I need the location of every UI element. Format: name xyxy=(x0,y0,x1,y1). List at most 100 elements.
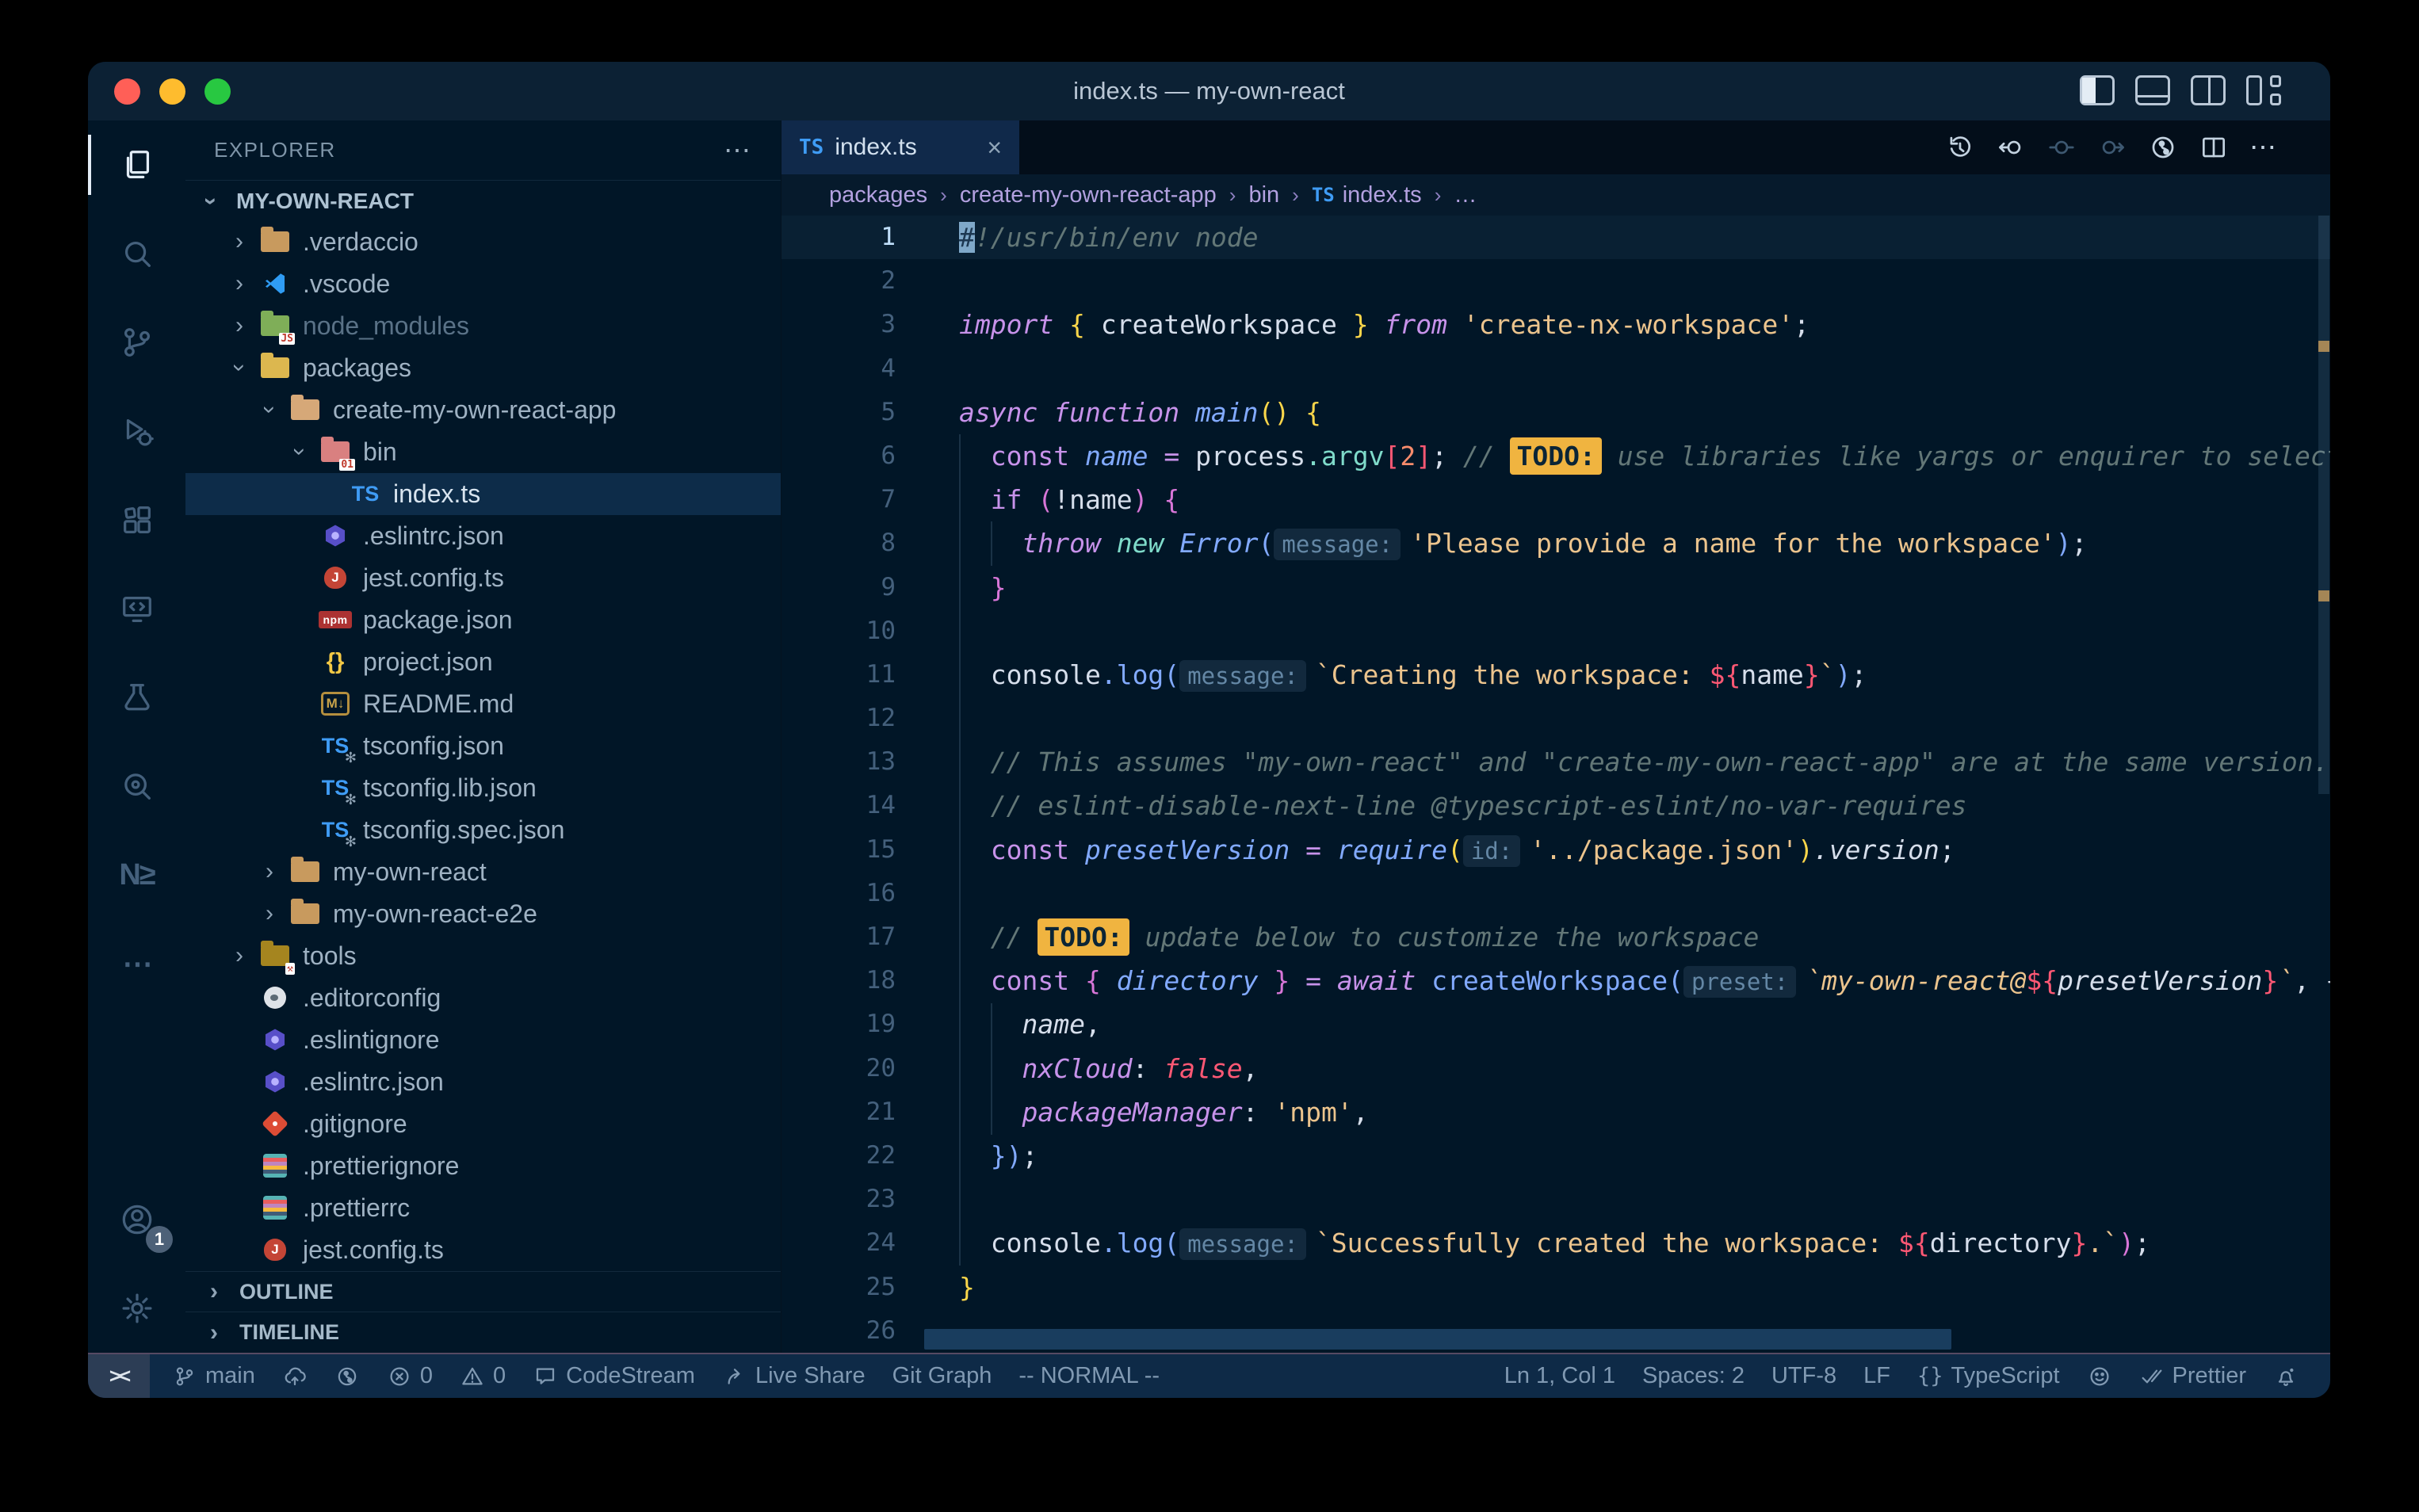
status-indentation[interactable]: Spaces: 2 xyxy=(1642,1363,1745,1389)
tree-folder-packages[interactable]: ›packages xyxy=(185,347,781,389)
tree-folder--vscode[interactable]: ›.vscode xyxy=(185,263,781,305)
tree-folder-my-own-react-e2e[interactable]: ›my-own-react-e2e xyxy=(185,893,781,935)
tree-folder-my-own-react[interactable]: ›my-own-react xyxy=(185,851,781,893)
status-git-graph[interactable]: Git Graph xyxy=(892,1363,992,1389)
tree-file-project-json[interactable]: {}project.json xyxy=(185,641,781,683)
breadcrumb-item[interactable]: create-my-own-react-app xyxy=(960,182,1217,208)
tree-file--eslintrc-json[interactable]: .eslintrc.json xyxy=(185,515,781,557)
tree-item-label: node_modules xyxy=(303,311,469,341)
tree-file-jest-config-ts[interactable]: Jjest.config.ts xyxy=(185,557,781,599)
close-tab-icon[interactable]: × xyxy=(987,133,1002,162)
remote-indicator[interactable]: >< xyxy=(88,1354,150,1398)
tree-item-label: .editorconfig xyxy=(303,983,441,1013)
breadcrumb-item[interactable]: TSindex.ts xyxy=(1312,182,1422,208)
tree-file-package-json[interactable]: npmpackage.json xyxy=(185,599,781,641)
tree-file-jest-config-ts[interactable]: Jjest.config.ts xyxy=(185,1229,781,1271)
chevron-right-icon[interactable]: › xyxy=(222,942,257,969)
tab-index-ts[interactable]: TS index.ts × xyxy=(781,120,1019,174)
chevron-right-icon[interactable]: › xyxy=(252,858,287,885)
code-line xyxy=(781,697,2330,740)
ts-gear-icon: TS✻ xyxy=(317,772,353,804)
editorconfig-icon xyxy=(257,982,293,1014)
status-feedback-smiley[interactable] xyxy=(2087,1364,2112,1389)
tree-file-tsconfig-json[interactable]: TS✻tsconfig.json xyxy=(185,725,781,767)
code-line: console.log(message:`Creating the worksp… xyxy=(781,653,2330,697)
remote-explorer-icon[interactable] xyxy=(88,564,185,653)
status-commit-graph[interactable] xyxy=(334,1364,360,1389)
source-control-icon[interactable] xyxy=(88,298,185,387)
tree-folder-node-modules[interactable]: ›JSnode_modules xyxy=(185,305,781,347)
tree-file--eslintrc-json[interactable]: .eslintrc.json xyxy=(185,1061,781,1103)
run-debug-icon[interactable] xyxy=(88,387,185,475)
commit-graph-icon[interactable] xyxy=(2148,132,2178,162)
status-errors[interactable]: 0 xyxy=(387,1363,433,1389)
split-editor-icon[interactable] xyxy=(2199,132,2229,162)
tree-folder--verdaccio[interactable]: ›.verdaccio xyxy=(185,221,781,263)
accounts-badge: 1 xyxy=(146,1226,173,1253)
status-vim-mode[interactable]: -- NORMAL -- xyxy=(1018,1363,1160,1389)
status-cursor-position[interactable]: Ln 1, Col 1 xyxy=(1504,1363,1615,1389)
status-live-share[interactable]: Live Share xyxy=(722,1363,866,1389)
chevron-down-icon[interactable]: › xyxy=(256,392,283,427)
tree-file--editorconfig[interactable]: .editorconfig xyxy=(185,977,781,1019)
chevron-right-icon[interactable]: › xyxy=(222,312,257,339)
chevron-down-icon[interactable]: › xyxy=(286,434,313,469)
testing-icon[interactable] xyxy=(88,653,185,742)
more-views-icon[interactable]: ⋯ xyxy=(88,919,185,1008)
tree-file--prettierignore[interactable]: .prettierignore xyxy=(185,1145,781,1187)
tree-file--prettierrc[interactable]: .prettierrc xyxy=(185,1187,781,1229)
open-change-icon[interactable] xyxy=(2046,132,2077,162)
code-editor[interactable]: 1234567891011121314151617181920212223242… xyxy=(781,216,2330,1353)
status-publish[interactable] xyxy=(282,1364,308,1389)
tree-folder-tools[interactable]: ›⚒tools xyxy=(185,935,781,977)
tree-item-label: tsconfig.lib.json xyxy=(363,773,537,803)
vertical-scrollbar[interactable] xyxy=(2318,216,2330,1353)
status-eol[interactable]: LF xyxy=(1863,1363,1890,1389)
tree-file-readme-md[interactable]: M↓README.md xyxy=(185,683,781,725)
chevron-right-icon[interactable]: › xyxy=(222,270,257,297)
settings-icon[interactable] xyxy=(88,1264,185,1353)
timeline-history-icon[interactable] xyxy=(1945,132,1975,162)
more-actions-icon[interactable]: ⋯ xyxy=(2249,132,2278,163)
outline-section-header[interactable]: › OUTLINE xyxy=(185,1271,781,1312)
breadcrumb-item[interactable]: … xyxy=(1454,182,1477,208)
tree-file-tsconfig-lib-json[interactable]: TS✻ tsconfig.lib.json xyxy=(185,767,781,809)
tree-file--eslintignore[interactable]: .eslintignore xyxy=(185,1019,781,1061)
chevron-down-icon[interactable]: › xyxy=(226,350,253,385)
timeline-section-header[interactable]: › TIMELINE xyxy=(185,1312,781,1353)
breadcrumb-item[interactable]: packages xyxy=(829,182,927,208)
status-git-branch[interactable]: main xyxy=(172,1363,255,1389)
tree-item-label: .eslintignore xyxy=(303,1025,440,1055)
tree-file-index-ts[interactable]: TSindex.ts xyxy=(185,473,781,515)
previous-change-icon[interactable] xyxy=(1996,132,2026,162)
toggle-secondary-sidebar-icon[interactable] xyxy=(2191,75,2226,105)
explorer-more-actions-icon[interactable]: ⋯ xyxy=(724,135,752,166)
horizontal-scrollbar[interactable] xyxy=(924,1329,1951,1350)
tree-folder-bin[interactable]: ›01bin xyxy=(185,431,781,473)
folder-icon xyxy=(287,394,323,426)
toggle-primary-sidebar-icon[interactable] xyxy=(2080,75,2115,105)
status-language-mode[interactable]: {}TypeScript xyxy=(1917,1363,2060,1389)
tree-file-tsconfig-spec-json[interactable]: TS✻tsconfig.spec.json xyxy=(185,809,781,851)
status-prettier[interactable]: Prettier xyxy=(2139,1363,2246,1389)
status-encoding[interactable]: UTF-8 xyxy=(1771,1363,1836,1389)
status-warnings[interactable]: 0 xyxy=(460,1363,506,1389)
inlay-hint: preset: xyxy=(1683,966,1796,998)
workspace-section-header[interactable]: › MY-OWN-REACT xyxy=(185,180,781,221)
tree-folder-create-my-own-react-app[interactable]: ›create-my-own-react-app xyxy=(185,389,781,431)
extensions-icon[interactable] xyxy=(88,475,185,564)
search-icon[interactable] xyxy=(88,209,185,298)
breadcrumb-item[interactable]: bin xyxy=(1248,182,1279,208)
nx-console-icon[interactable]: N≥ xyxy=(88,830,185,919)
tree-file--gitignore[interactable]: .gitignore xyxy=(185,1103,781,1145)
status-notifications[interactable] xyxy=(2273,1364,2299,1389)
next-change-icon[interactable] xyxy=(2097,132,2127,162)
chevron-right-icon[interactable]: › xyxy=(222,228,257,255)
customize-layout-icon[interactable] xyxy=(2246,75,2281,105)
explorer-icon[interactable] xyxy=(88,120,185,209)
chevron-right-icon[interactable]: › xyxy=(252,900,287,927)
toggle-panel-icon[interactable] xyxy=(2135,75,2170,105)
accounts-icon[interactable]: 1 xyxy=(88,1175,185,1264)
status-codestream[interactable]: CodeStream xyxy=(533,1363,695,1389)
gitlens-icon[interactable] xyxy=(88,742,185,830)
